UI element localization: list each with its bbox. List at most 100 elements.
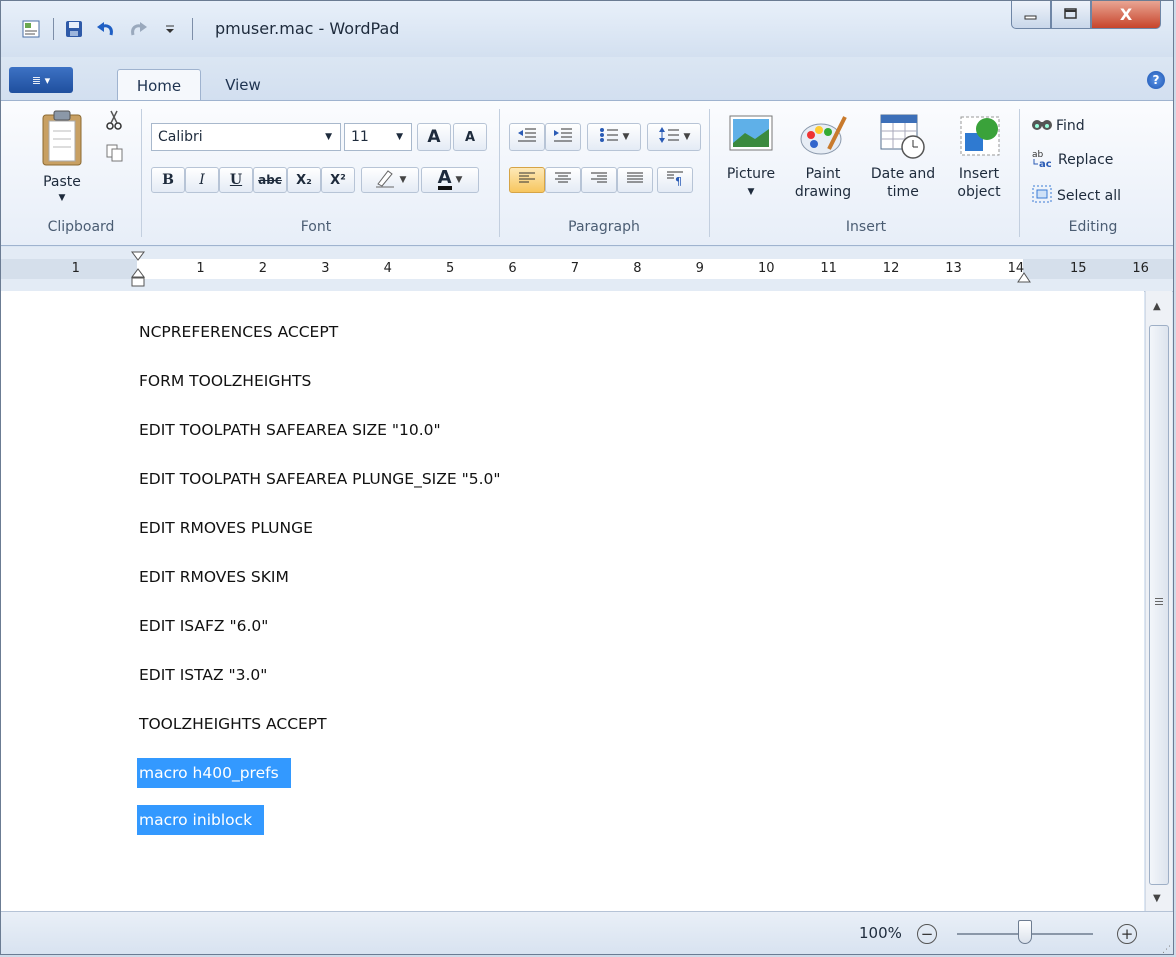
find-button[interactable]: Find [1031, 115, 1085, 137]
paragraph-button[interactable]: ¶ [657, 167, 693, 193]
bullets-icon [599, 127, 619, 147]
scrollbar-thumb[interactable] [1149, 325, 1169, 885]
highlight-button[interactable]: ▼ [361, 167, 419, 193]
group-label-editing: Editing [1068, 219, 1118, 235]
doc-line[interactable]: EDIT TOOLPATH SAFEAREA SIZE "10.0" [139, 421, 441, 439]
save-icon[interactable] [62, 17, 86, 41]
document-area[interactable]: NCPREFERENCES ACCEPT FORM TOOLZHEIGHTS E… [1, 291, 1144, 911]
maximize-icon [1064, 5, 1078, 24]
doc-line[interactable]: EDIT RMOVES SKIM [139, 568, 289, 586]
selected-doc-line[interactable]: macro iniblock [137, 805, 265, 835]
strikethrough-button[interactable]: abc [253, 167, 287, 193]
doc-line[interactable]: EDIT TOOLPATH SAFEAREA PLUNGE_SIZE "5.0" [139, 470, 501, 488]
font-family-value: Calibri [158, 129, 203, 145]
application-menu-button[interactable]: ≣ ▾ [9, 67, 73, 93]
doc-line[interactable]: EDIT RMOVES PLUNGE [139, 519, 313, 537]
font-color-button[interactable]: A ▼ [421, 167, 479, 193]
chevron-down-icon: ▼ [325, 132, 332, 142]
grow-font-icon: A [427, 127, 441, 147]
wordpad-window: pmuser.mac - WordPad X ≣ ▾ Home View ? P… [0, 0, 1174, 955]
ruler-tick-label: 11 [820, 261, 837, 276]
close-button[interactable]: X [1091, 1, 1161, 29]
grip-icon [1155, 598, 1163, 605]
decrease-indent-button[interactable] [509, 123, 545, 151]
customize-qat-icon[interactable] [158, 17, 182, 41]
bold-button[interactable]: B [151, 167, 185, 193]
bullets-button[interactable]: ▼ [587, 123, 641, 151]
replace-icon: ab ac [1031, 148, 1055, 172]
minimize-icon [1024, 5, 1038, 24]
resize-grip-icon[interactable]: ⋰ [1162, 945, 1171, 954]
insert-object-label-1: Insert [958, 166, 1000, 182]
wordpad-icon[interactable] [19, 17, 43, 41]
doc-line[interactable]: FORM TOOLZHEIGHTS [139, 372, 311, 390]
ruler-tick-label: 7 [570, 261, 580, 276]
justify-button[interactable] [617, 167, 653, 193]
undo-icon[interactable] [94, 17, 118, 41]
help-icon[interactable]: ? [1147, 71, 1165, 89]
ruler-tick-label: 4 [383, 261, 392, 276]
date-time-label-1: Date and [870, 166, 936, 182]
maximize-button[interactable] [1051, 1, 1091, 29]
font-family-select[interactable]: Calibri ▼ [151, 123, 341, 151]
increase-indent-button[interactable] [545, 123, 581, 151]
zoom-in-icon[interactable]: + [1117, 924, 1137, 944]
underline-button[interactable]: U [219, 167, 253, 193]
superscript-button[interactable]: X² [321, 167, 355, 193]
font-size-select[interactable]: 11 ▼ [344, 123, 412, 151]
doc-line[interactable]: TOOLZHEIGHTS ACCEPT [139, 715, 327, 733]
shrink-font-icon: A [464, 129, 476, 145]
align-center-button[interactable] [545, 167, 581, 193]
zoom-slider-thumb[interactable] [1018, 920, 1032, 944]
first-line-indent-marker[interactable] [131, 251, 145, 295]
replace-button[interactable]: ab ac Replace [1031, 149, 1113, 171]
right-indent-marker[interactable] [1017, 268, 1031, 287]
picture-label: Picture [726, 166, 776, 182]
paint-drawing-button[interactable]: Paint drawing [791, 109, 855, 213]
paste-dropdown-arrow[interactable]: ▼ [37, 189, 87, 207]
highlight-icon [374, 168, 396, 192]
scroll-down-icon[interactable]: ▼ [1153, 893, 1161, 904]
doc-line[interactable]: EDIT ISTAZ "3.0" [139, 666, 267, 684]
picture-dropdown-arrow[interactable]: ▼ [719, 183, 783, 201]
selection-highlight: macro iniblock [137, 805, 265, 835]
align-left-button[interactable] [509, 167, 545, 193]
paint-label-2: drawing [794, 184, 852, 200]
picture-icon [729, 113, 773, 157]
grow-font-button[interactable]: A [417, 123, 451, 151]
increase-indent-icon [553, 127, 573, 147]
zoom-out-icon[interactable]: − [917, 924, 937, 944]
redo-icon[interactable] [126, 17, 150, 41]
cut-icon[interactable] [105, 109, 123, 135]
ruler-tick-label: 13 [945, 261, 962, 276]
date-time-icon [879, 113, 927, 165]
group-label-insert: Insert [845, 219, 887, 235]
find-icon [1031, 116, 1053, 136]
copy-icon[interactable] [105, 143, 125, 167]
line-spacing-button[interactable]: ▼ [647, 123, 701, 151]
ruler-tick-label: 1 [71, 261, 80, 276]
ruler[interactable]: 11234567891011121314151617 [1, 247, 1173, 292]
group-label-font: Font [300, 219, 332, 235]
minimize-button[interactable] [1011, 1, 1051, 29]
tab-home[interactable]: Home [117, 69, 201, 102]
font-color-icon: A [437, 167, 452, 190]
ruler-tick-label: 10 [758, 261, 775, 276]
subscript-button[interactable]: X₂ [287, 167, 321, 193]
group-separator [1019, 109, 1020, 237]
insert-picture-button[interactable]: Picture ▼ [719, 109, 783, 213]
scroll-up-icon[interactable]: ▲ [1153, 301, 1161, 312]
italic-button[interactable]: I [185, 167, 219, 193]
doc-line[interactable]: EDIT ISAFZ "6.0" [139, 617, 268, 635]
doc-line[interactable]: NCPREFERENCES ACCEPT [139, 323, 338, 341]
selected-doc-line[interactable]: macro h400_prefs [137, 758, 291, 788]
paste-button[interactable]: Paste ▼ [37, 109, 91, 209]
date-time-button[interactable]: Date and time [863, 109, 943, 213]
align-right-button[interactable] [581, 167, 617, 193]
vertical-scrollbar[interactable]: ▲ ▼ [1145, 291, 1172, 911]
ruler-tick-label: 9 [695, 261, 704, 276]
tab-view[interactable]: View [213, 69, 273, 101]
select-all-button[interactable]: Select all [1031, 185, 1121, 207]
shrink-font-button[interactable]: A [453, 123, 487, 151]
insert-object-button[interactable]: Insert object [947, 109, 1011, 213]
